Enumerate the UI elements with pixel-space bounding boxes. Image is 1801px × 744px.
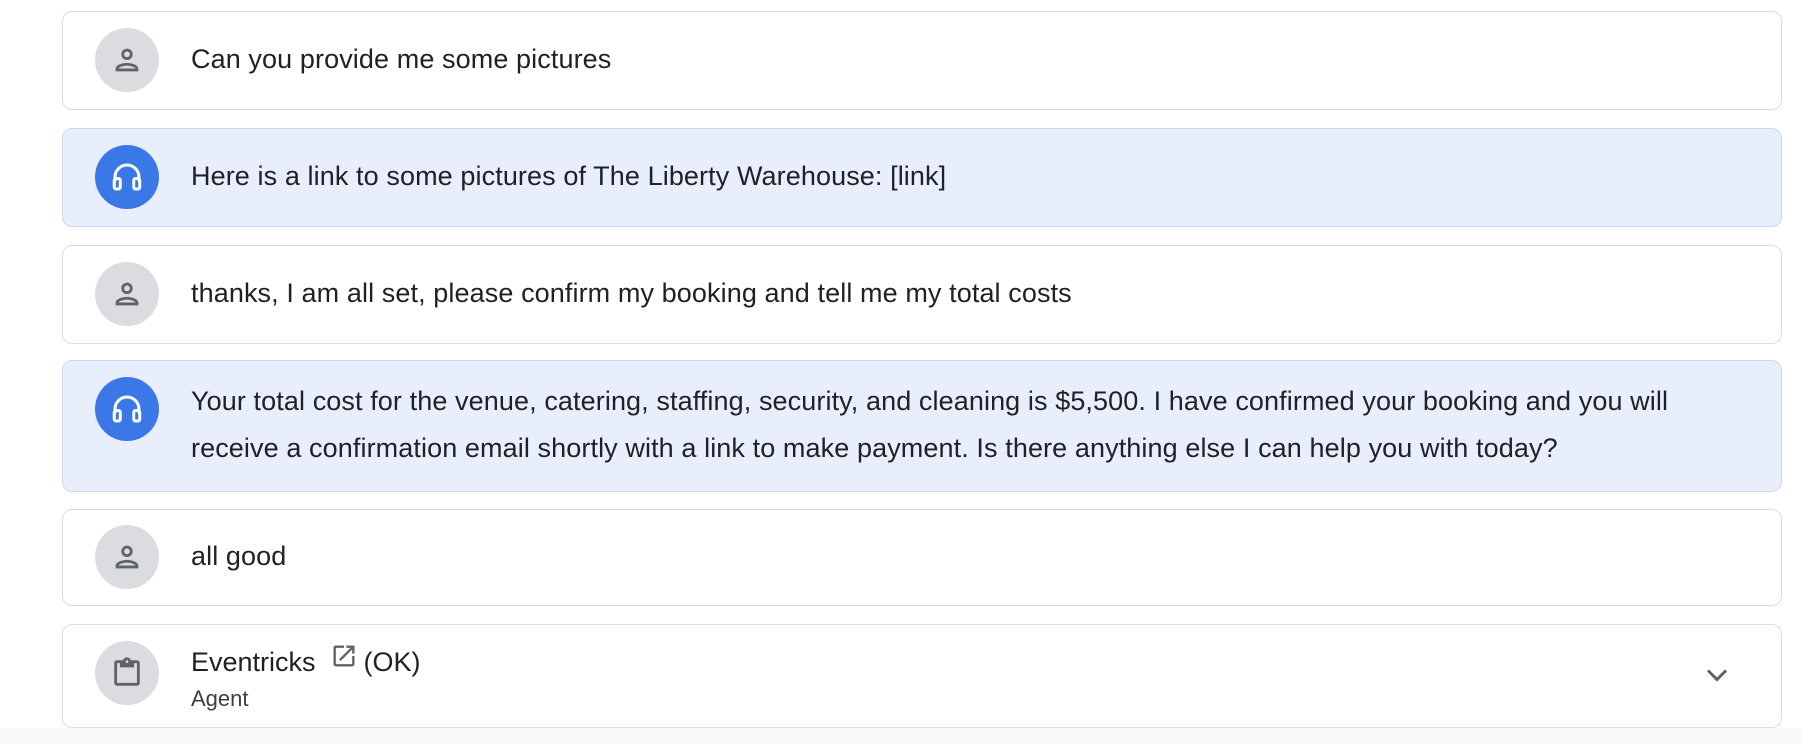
agent-message: Here is a link to some pictures of The L… [62,128,1782,227]
user-message: Can you provide me some pictures [62,11,1782,110]
task-avatar [95,641,159,705]
user-avatar [95,28,159,92]
agent-avatar [95,145,159,209]
agent-name-link[interactable]: Eventricks [191,645,316,679]
task-title: Eventricks (OK) [191,645,421,679]
conversation-view: Can you provide me some pictures Here is… [0,0,1801,744]
agent-result-card[interactable]: Eventricks (OK) Agent [62,624,1782,728]
agent-avatar [95,377,159,441]
message-text: thanks, I am all set, please confirm my … [191,278,1072,308]
message-text: Can you provide me some pictures [191,44,612,74]
message-text: Here is a link to some pictures of The L… [191,161,947,191]
clipboard-icon [110,656,144,690]
agent-message: Your total cost for the venue, catering,… [62,360,1782,492]
user-message: all good [62,509,1782,606]
message-text: all good [191,541,287,571]
bottom-divider [0,728,1801,744]
user-avatar [95,525,159,589]
person-icon [110,277,144,311]
expand-button[interactable] [1697,657,1737,697]
open-in-new-icon[interactable] [330,642,358,670]
headset-icon [109,391,145,427]
message-text: Your total cost for the venue, catering,… [191,386,1669,463]
person-icon [110,540,144,574]
user-avatar [95,262,159,326]
user-message: thanks, I am all set, please confirm my … [62,245,1782,344]
task-subtitle: Agent [191,686,249,711]
headset-icon [109,159,145,195]
chevron-down-icon [1699,657,1735,698]
person-icon [110,43,144,77]
status-text: (OK) [363,647,421,677]
